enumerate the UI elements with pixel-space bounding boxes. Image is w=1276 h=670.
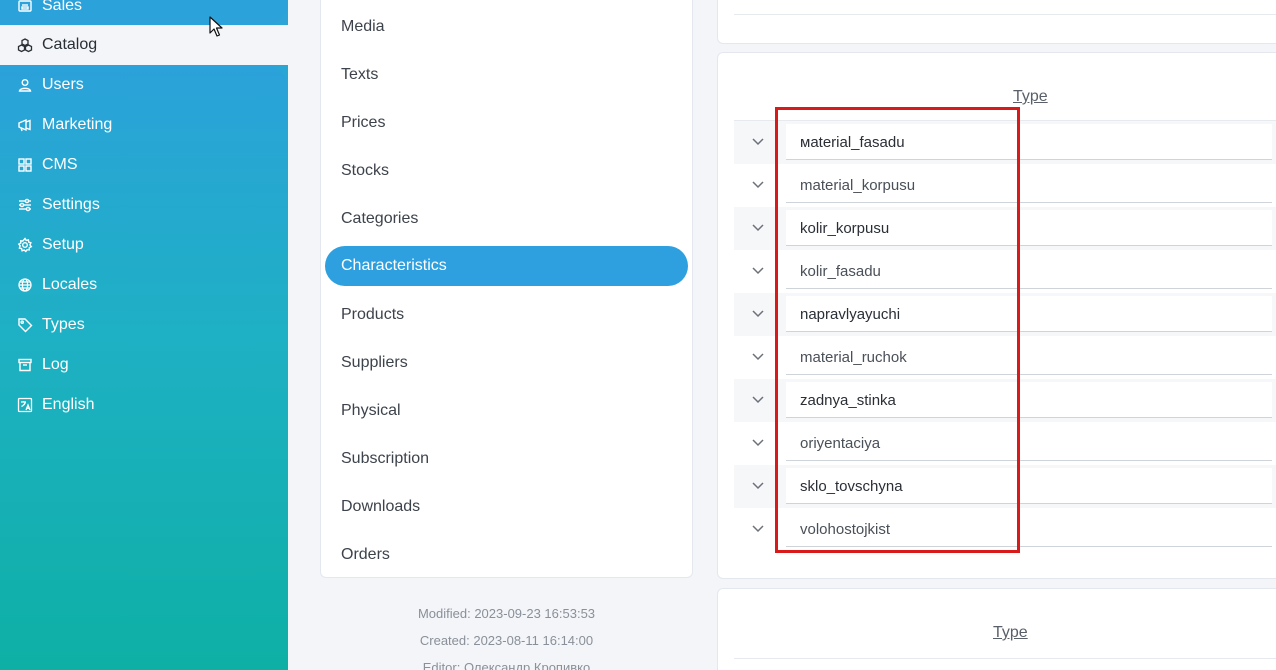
archive-icon [16,356,34,374]
nav-item-label: Marketing [42,116,113,133]
editor-name: Editor: Олександр Кропивко [422,660,591,670]
nav-item-label: Setup [42,236,84,253]
megaphone-icon [16,116,34,134]
nav-item-label: Log [42,356,69,373]
nav-item-cms[interactable]: CMS [16,151,78,179]
tag-icon [16,316,34,334]
nav-item-label: Users [42,76,84,93]
submenu-item-suppliers[interactable]: Suppliers [341,354,408,372]
cubes-icon [16,36,34,54]
submenu-item-characteristics[interactable]: Characteristics [341,257,447,275]
translate-icon [16,396,34,414]
nav-item-sales[interactable]: Sales [16,0,82,20]
submenu-item-stocks[interactable]: Stocks [341,162,389,180]
chevron-down-icon[interactable] [750,305,766,321]
submenu-item-prices[interactable]: Prices [341,114,385,132]
annotation-highlight-box [775,107,1020,553]
submenu-item-physical[interactable]: Physical [341,402,401,420]
created-timestamp: Created: 2023-08-11 16:14:00 [419,633,594,648]
user-icon [16,76,34,94]
nav-item-users[interactable]: Users [16,71,84,99]
main-navigation: Sales Catalog Users Marketing CMS Settin… [0,0,288,670]
chevron-down-icon[interactable] [750,434,766,450]
header-divider [734,658,1276,659]
chevron-down-icon[interactable] [750,262,766,278]
chevron-down-icon[interactable] [750,133,766,149]
grid-icon [16,156,34,174]
nav-item-label: Settings [42,196,100,213]
chevron-down-icon[interactable] [750,176,766,192]
nav-item-label: Catalog [42,36,98,53]
nav-item-catalog[interactable]: Catalog [16,31,97,59]
nav-item-label: Types [42,316,85,333]
nav-item-settings[interactable]: Settings [16,191,100,219]
nav-item-label: Sales [42,0,83,14]
catalog-submenu [320,0,693,578]
submenu-item-media[interactable]: Media [341,18,385,36]
submenu-item-subscription[interactable]: Subscription [341,450,429,468]
nav-item-types[interactable]: Types [16,311,85,339]
globe-icon [16,276,34,294]
nav-item-english[interactable]: English [16,391,94,419]
column-header-type[interactable]: Type [1013,88,1048,106]
chevron-down-icon[interactable] [750,348,766,364]
chevron-down-icon[interactable] [750,477,766,493]
gear-icon [16,236,34,254]
chevron-down-icon[interactable] [750,391,766,407]
nav-item-label: CMS [42,156,78,173]
submenu-item-categories[interactable]: Categories [341,210,418,228]
chevron-down-icon[interactable] [750,219,766,235]
mouse-cursor-icon [209,16,223,37]
sliders-icon [16,196,34,214]
nav-item-locales[interactable]: Locales [16,271,97,299]
column-header-type[interactable]: Type [993,624,1028,642]
nav-item-setup[interactable]: Setup [16,231,84,259]
register-icon [16,0,34,15]
submenu-item-texts[interactable]: Texts [341,66,378,84]
submenu-item-downloads[interactable]: Downloads [341,498,420,516]
modified-timestamp: Modified: 2023-09-23 16:53:53 [417,606,596,621]
submenu-item-orders[interactable]: Orders [341,546,390,564]
top-card [717,0,1276,44]
nav-item-label: Locales [42,276,98,293]
nav-item-label: English [42,396,95,413]
nav-item-log[interactable]: Log [16,351,69,379]
nav-item-marketing[interactable]: Marketing [16,111,112,139]
chevron-down-icon[interactable] [750,520,766,536]
submenu-item-products[interactable]: Products [341,306,404,324]
divider [734,14,1276,15]
